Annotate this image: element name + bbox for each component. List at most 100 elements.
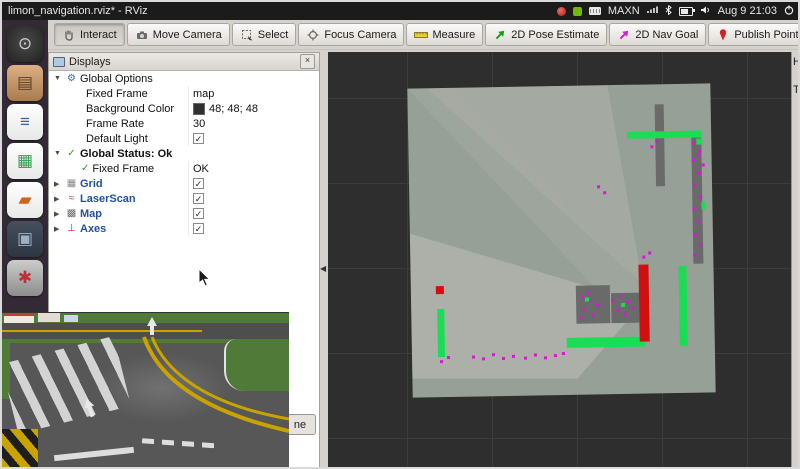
tree-row[interactable]: ▶▩Map ✓ (49, 206, 319, 221)
tool-interact[interactable]: Interact (54, 23, 125, 46)
group-label: Global Options (80, 73, 153, 85)
gpu-icon[interactable] (573, 7, 582, 16)
property-key: Fixed Frame (86, 88, 148, 100)
status-key: Fixed Frame (92, 163, 154, 175)
laser-point (591, 313, 594, 316)
property-value[interactable]: ✓ (188, 131, 319, 146)
tool-2d-pose-estimate[interactable]: 2D Pose Estimate (485, 23, 607, 46)
right-panel-text-fragment: Ty (793, 84, 799, 96)
laser-point (579, 316, 582, 319)
display-name: Map (80, 208, 102, 220)
property-key: Default Light (86, 133, 148, 145)
obstacle-green (567, 337, 645, 348)
gpu-mode-label[interactable]: MAXN (608, 5, 640, 17)
display-name: LaserScan (80, 193, 136, 205)
property-value[interactable]: ✓ (188, 191, 319, 206)
laser-point (692, 142, 695, 145)
rviz-toolbar: Interact Move Camera SelectFocus CameraMea… (48, 20, 798, 50)
tool-2d-nav-goal[interactable]: 2D Nav Goal (609, 23, 706, 46)
impress-document-icon[interactable]: ▰ (7, 182, 43, 218)
expander-icon[interactable]: ▶ (54, 225, 64, 233)
tree-row[interactable]: ▼✓Global Status: Ok (49, 146, 319, 161)
tree-row[interactable]: ▶≈LaserScan✓ (49, 191, 319, 206)
panel-splitter[interactable]: ◀ (320, 52, 328, 469)
calc-document-icon[interactable]: ▦ (7, 143, 43, 179)
laser-point (626, 301, 629, 304)
file-manager-icon[interactable]: ▤ (7, 65, 43, 101)
laser-point (589, 299, 592, 302)
tool-label: Move Camera (153, 29, 222, 41)
tool-measure[interactable]: Measure (406, 23, 483, 46)
obstacle-green (701, 201, 705, 209)
obstacle-green (621, 303, 625, 307)
laser-point (692, 159, 695, 162)
tree-row[interactable]: ▶▦Grid✓ (49, 176, 319, 191)
tree-row[interactable]: Frame Rate30 (49, 116, 319, 131)
laser-point (699, 196, 702, 199)
power-icon[interactable] (784, 5, 794, 18)
property-key: Background Color (86, 103, 174, 115)
tool-focus-camera[interactable]: Focus Camera (298, 23, 404, 46)
tool-publish-point[interactable]: Publish Point (708, 23, 800, 46)
keyboard-icon[interactable] (589, 7, 601, 15)
laser-point (583, 308, 586, 311)
checkbox[interactable]: ✓ (193, 223, 204, 234)
writer-document-icon[interactable]: ≡ (7, 104, 43, 140)
checkbox[interactable]: ✓ (193, 133, 204, 144)
expander-icon[interactable]: ▶ (54, 180, 64, 188)
system-settings-icon[interactable]: ✱ (7, 260, 43, 296)
magenta-arrow-icon (617, 28, 631, 41)
laser-point (440, 360, 443, 363)
right-panel-sliver[interactable]: Hi Ty (791, 52, 799, 469)
laser-point (623, 313, 626, 316)
expander-icon[interactable]: ▼ (54, 150, 64, 157)
expander-icon[interactable]: ▶ (54, 210, 64, 218)
property-value: OK (188, 161, 319, 176)
map-icon: ▩ (65, 208, 78, 219)
laser-point (562, 352, 565, 355)
record-icon[interactable] (557, 7, 566, 16)
checkbox[interactable]: ✓ (193, 193, 204, 204)
hand-icon (62, 28, 76, 41)
expander-icon[interactable]: ▼ (54, 75, 64, 82)
battery-icon[interactable] (679, 7, 693, 16)
tree-row[interactable]: Fixed Frame map (49, 86, 319, 101)
screen: limon_navigation.rviz* - RViz MAXN Aug 9… (0, 0, 800, 469)
clock[interactable]: Aug 9 21:03 (718, 5, 777, 17)
property-value[interactable]: ✓ (188, 206, 319, 221)
displays-panel-header[interactable]: Displays × (49, 53, 319, 71)
property-value[interactable]: map (188, 86, 319, 101)
checkbox[interactable]: ✓ (193, 208, 204, 219)
view3d[interactable] (328, 52, 791, 469)
property-value-text: 30 (193, 118, 205, 130)
signal-icon[interactable] (647, 5, 658, 17)
close-icon[interactable]: × (300, 54, 315, 69)
tree-row[interactable]: ▶⊥Axes✓ (49, 221, 319, 236)
checkbox[interactable]: ✓ (193, 178, 204, 189)
laser-point (524, 357, 527, 360)
expander-icon[interactable]: ▶ (54, 195, 64, 203)
property-value[interactable]: 30 (188, 116, 319, 131)
ruler-icon (414, 28, 428, 41)
tool-move-camera[interactable]: Move Camera (127, 23, 230, 46)
displays-panel-title: Displays (69, 56, 111, 68)
obstacle-green (437, 309, 445, 357)
bluetooth-icon[interactable] (665, 5, 672, 18)
tool-select[interactable]: Select (232, 23, 297, 46)
property-value[interactable]: ✓ (188, 176, 319, 191)
laser-point (619, 295, 622, 298)
property-value[interactable]: ✓ (188, 221, 319, 236)
software-center-icon[interactable]: ▣ (7, 221, 43, 257)
tool-label: 2D Pose Estimate (511, 29, 599, 41)
collapse-panel-icon[interactable]: ◀ (320, 264, 326, 273)
tree-row[interactable]: ✓Fixed FrameOK (49, 161, 319, 176)
camera-icon (135, 28, 149, 41)
tree-row[interactable]: ▼⚙Global Options (49, 71, 319, 86)
volume-icon[interactable] (700, 5, 711, 18)
tree-row[interactable]: Background Color 48; 48; 48 (49, 101, 319, 116)
tree-row[interactable]: Default Light ✓ (49, 131, 319, 146)
laser-point (697, 220, 700, 223)
property-value[interactable]: 48; 48; 48 (188, 101, 319, 116)
workspace-switcher-icon[interactable]: ⊙ (7, 26, 43, 62)
grid-icon: ▦ (65, 178, 78, 189)
